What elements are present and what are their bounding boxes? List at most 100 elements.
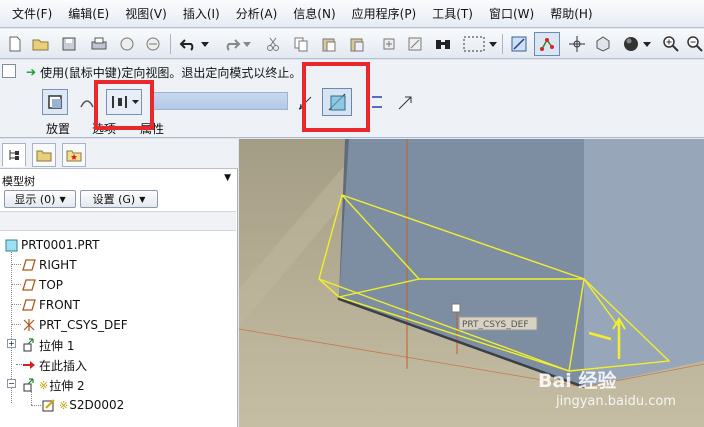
tree-item-label: FRONT	[39, 298, 80, 312]
extrude-solid-button[interactable]	[42, 89, 68, 115]
highlight-box-depth	[94, 80, 154, 130]
shading-dropdown-icon[interactable]	[642, 33, 652, 55]
show-button[interactable]: 显示 (0) ▼	[4, 190, 76, 208]
tree-item-front-plane[interactable]: FRONT	[22, 295, 80, 315]
menu-insert[interactable]: 插入(I)	[175, 0, 228, 28]
menu-file[interactable]: 文件(F)	[4, 0, 60, 28]
redo-dropdown-icon[interactable]	[242, 33, 252, 55]
undo-icon[interactable]	[178, 33, 200, 55]
model-tree-tab-icon[interactable]	[2, 143, 26, 167]
tree-item-label: RIGHT	[39, 258, 77, 272]
show-button-label: 显示 (0)	[14, 193, 56, 206]
in-progress-asterisk-icon: ※	[39, 378, 49, 392]
folder-browser-tab-icon[interactable]	[32, 143, 56, 167]
spin-center-icon[interactable]	[592, 33, 614, 55]
tree-item-extrude2[interactable]: ※ 拉伸 2	[22, 375, 85, 395]
tree-item-label: S2D0002	[69, 398, 125, 412]
select-dropdown-icon[interactable]	[488, 33, 498, 55]
extrude-feature-icon	[22, 378, 36, 392]
toolbar-separator	[502, 34, 503, 54]
regenerate-icon[interactable]	[378, 33, 400, 55]
menu-tools[interactable]: 工具(T)	[424, 0, 481, 28]
settings-button-label: 设置 (G)	[92, 193, 136, 206]
main-toolbar	[0, 29, 704, 59]
paste-icon[interactable]	[318, 33, 340, 55]
sketch-icon	[42, 398, 56, 412]
print-icon[interactable]	[88, 33, 110, 55]
chevron-down-icon: ▼	[139, 194, 146, 204]
insert-arrow-icon	[22, 358, 36, 372]
favorites-tab-icon[interactable]	[62, 143, 86, 167]
csys-marker-icon	[451, 303, 461, 313]
settings-button[interactable]: 设置 (G) ▼	[80, 190, 158, 208]
tree-connector	[11, 304, 21, 305]
menu-edit[interactable]: 编辑(E)	[60, 0, 117, 28]
paste-special-icon[interactable]	[346, 33, 368, 55]
tree-connector	[31, 405, 41, 406]
zoom-out-icon[interactable]	[684, 33, 704, 55]
select-box-icon[interactable]	[460, 33, 488, 55]
tree-item-csys[interactable]: PRT_CSYS_DEF	[22, 315, 128, 335]
navigator-panel: 模型树 ▼ 显示 (0) ▼ 设置 (G) ▼ PRT0001.PRT RIGHT …	[0, 139, 238, 427]
menu-info[interactable]: 信息(N)	[285, 0, 343, 28]
tree-item-label: PRT0001.PRT	[21, 238, 100, 252]
menu-applications[interactable]: 应用程序(P)	[344, 0, 425, 28]
csys-display-icon[interactable]	[566, 33, 588, 55]
message-line: ➔ 使用(鼠标中键)定向视图。退出定向模式以终止。	[26, 63, 301, 81]
datum-plane-icon	[22, 298, 36, 312]
tree-item-extrude1[interactable]: 拉伸 1	[22, 335, 74, 355]
datum-plane-icon	[22, 258, 36, 272]
tree-item-label: 拉伸 1	[39, 338, 75, 353]
datum-display-icon[interactable]	[534, 32, 560, 56]
tree-connector	[11, 264, 21, 265]
send-mail-icon[interactable]	[116, 33, 138, 55]
tree-item-label: PRT_CSYS_DEF	[39, 318, 128, 332]
redo-icon[interactable]	[220, 33, 242, 55]
dashboard-feature-icon	[2, 64, 16, 78]
csys-label: PRT_CSYS_DEF	[462, 320, 529, 330]
panel-tab-row	[0, 139, 238, 169]
sketcher-display-icon[interactable]	[508, 33, 530, 55]
depth-value-input[interactable]	[150, 92, 288, 110]
menu-window[interactable]: 窗口(W)	[481, 0, 542, 28]
tree-item-insert-here[interactable]: 在此插入	[22, 355, 87, 375]
tree-item-sketch[interactable]: ※ S2D0002	[42, 395, 124, 415]
mail-link-icon[interactable]	[142, 33, 164, 55]
tree-item-part[interactable]: PRT0001.PRT	[4, 235, 99, 255]
graphics-viewport[interactable]: PRT_CSYS_DEF	[239, 139, 704, 427]
panel-menu-icon[interactable]: ▼	[224, 173, 231, 183]
menu-help[interactable]: 帮助(H)	[542, 0, 600, 28]
shading-sphere-icon[interactable]	[620, 33, 642, 55]
cut-icon[interactable]	[262, 33, 284, 55]
menu-analysis[interactable]: 分析(A)	[228, 0, 286, 28]
tree-item-right-plane[interactable]: RIGHT	[22, 255, 77, 275]
regenerate-manager-icon[interactable]	[404, 33, 426, 55]
zoom-in-icon[interactable]	[660, 33, 682, 55]
model-tree-title: 模型树	[2, 175, 35, 188]
part-icon	[4, 238, 18, 252]
expand-extrude1-icon[interactable]: +	[7, 339, 16, 348]
undo-dropdown-icon[interactable]	[200, 33, 210, 55]
chevron-down-icon: ▼	[59, 194, 66, 204]
menu-bar: 文件(F) 编辑(E) 视图(V) 插入(I) 分析(A) 信息(N) 应用程序…	[0, 0, 704, 28]
highlight-box-remove-material	[302, 62, 370, 132]
collapse-extrude2-icon[interactable]: −	[7, 379, 16, 388]
toolbar-separator	[170, 34, 171, 54]
copy-icon[interactable]	[290, 33, 312, 55]
in-progress-asterisk-icon: ※	[59, 398, 69, 412]
menu-view[interactable]: 视图(V)	[117, 0, 175, 28]
extrude-feature-icon	[22, 338, 36, 352]
tree-item-top-plane[interactable]: TOP	[22, 275, 63, 295]
thicken-flip-icon[interactable]	[392, 89, 418, 115]
message-arrow-icon: ➔	[26, 65, 37, 79]
new-file-icon[interactable]	[4, 33, 26, 55]
open-folder-icon[interactable]	[30, 33, 52, 55]
datum-plane-icon	[22, 278, 36, 292]
find-binoculars-icon[interactable]	[432, 33, 454, 55]
tab-placement[interactable]: 放置	[46, 120, 70, 137]
extrude-dashboard: ➔ 使用(鼠标中键)定向视图。退出定向模式以终止。 放置 选项 属性	[0, 60, 704, 138]
coordinate-system-icon	[22, 318, 36, 332]
model-side-face	[584, 139, 704, 387]
watermark-brand: Bai 经验	[538, 370, 617, 392]
save-icon[interactable]	[58, 33, 80, 55]
